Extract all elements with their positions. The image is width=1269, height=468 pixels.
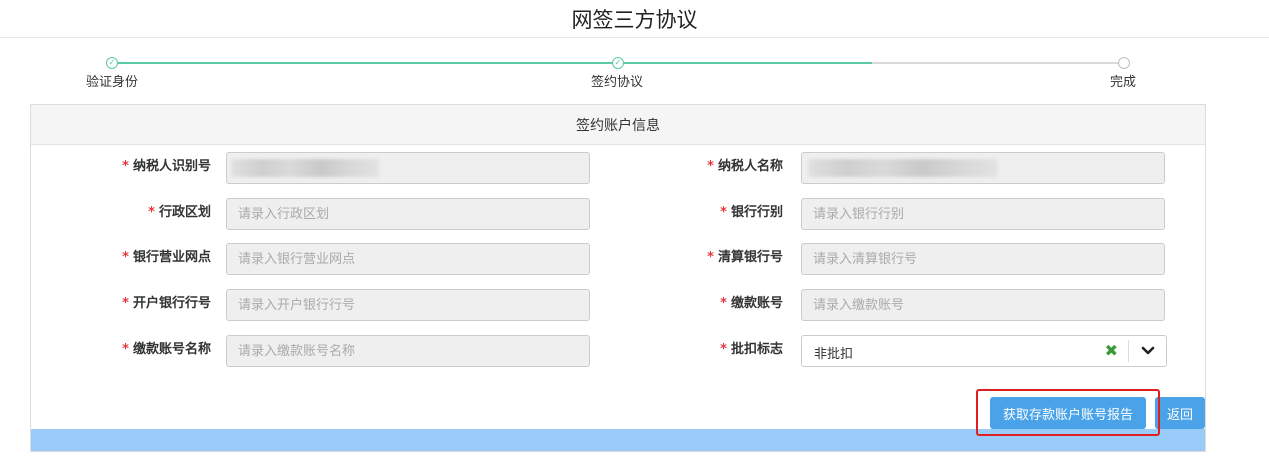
stepper-line-todo bbox=[872, 62, 1124, 64]
taxpayer-id-label: * 纳税人识别号 bbox=[122, 159, 211, 174]
taxpayer-name-label: * 纳税人名称 bbox=[707, 159, 783, 174]
payment-account-name-label: * 缴款账号名称 bbox=[122, 342, 211, 357]
bank-branch-input[interactable] bbox=[226, 243, 590, 275]
bank-type-input[interactable] bbox=[801, 198, 1165, 230]
check-icon: ✓ bbox=[612, 57, 624, 69]
stepper-line-done bbox=[112, 62, 872, 64]
taxpayer-name-field[interactable] bbox=[801, 152, 1165, 184]
chevron-down-icon[interactable] bbox=[1140, 344, 1156, 358]
batch-flag-select[interactable]: 非批扣 ✖ bbox=[801, 335, 1167, 367]
bank-branch-label: * 银行营业网点 bbox=[122, 250, 211, 265]
select-divider bbox=[1128, 340, 1129, 362]
open-bank-no-input[interactable] bbox=[226, 289, 590, 321]
open-bank-no-label: * 开户银行行号 bbox=[122, 296, 211, 311]
step-label-complete: 完成 bbox=[1110, 75, 1137, 90]
admin-region-input[interactable] bbox=[226, 198, 590, 230]
batch-flag-label: * 批扣标志 bbox=[720, 342, 783, 357]
check-icon: ✓ bbox=[106, 57, 118, 69]
taxpayer-id-field[interactable] bbox=[226, 152, 590, 184]
admin-region-label: * 行政区划 bbox=[148, 205, 211, 220]
panel-title: 签约账户信息 bbox=[31, 105, 1205, 145]
payment-account-name-input[interactable] bbox=[226, 335, 590, 367]
back-button[interactable]: 返回 bbox=[1155, 397, 1205, 429]
get-account-report-button[interactable]: 获取存款账户账号报告 bbox=[990, 397, 1146, 429]
close-icon[interactable]: ✖ bbox=[1105, 341, 1118, 360]
payment-account-input[interactable] bbox=[801, 289, 1165, 321]
redacted-value bbox=[231, 159, 379, 177]
clearing-bank-no-label: * 清算银行号 bbox=[707, 250, 783, 265]
bank-type-label: * 银行行别 bbox=[720, 205, 783, 220]
progress-stepper: ✓ 验证身份 ✓ 签约协议 完成 bbox=[0, 52, 1269, 92]
step-label-sign: 签约协议 bbox=[591, 75, 644, 90]
batch-flag-value: 非批扣 bbox=[814, 347, 854, 362]
step-label-verify: 验证身份 bbox=[86, 75, 139, 90]
page-title: 网签三方协议 bbox=[0, 0, 1269, 38]
payment-account-label: * 缴款账号 bbox=[720, 296, 783, 311]
panel-footer-bar bbox=[31, 429, 1205, 451]
clearing-bank-no-input[interactable] bbox=[801, 243, 1165, 275]
redacted-value bbox=[808, 159, 998, 177]
circle-icon bbox=[1118, 57, 1130, 69]
